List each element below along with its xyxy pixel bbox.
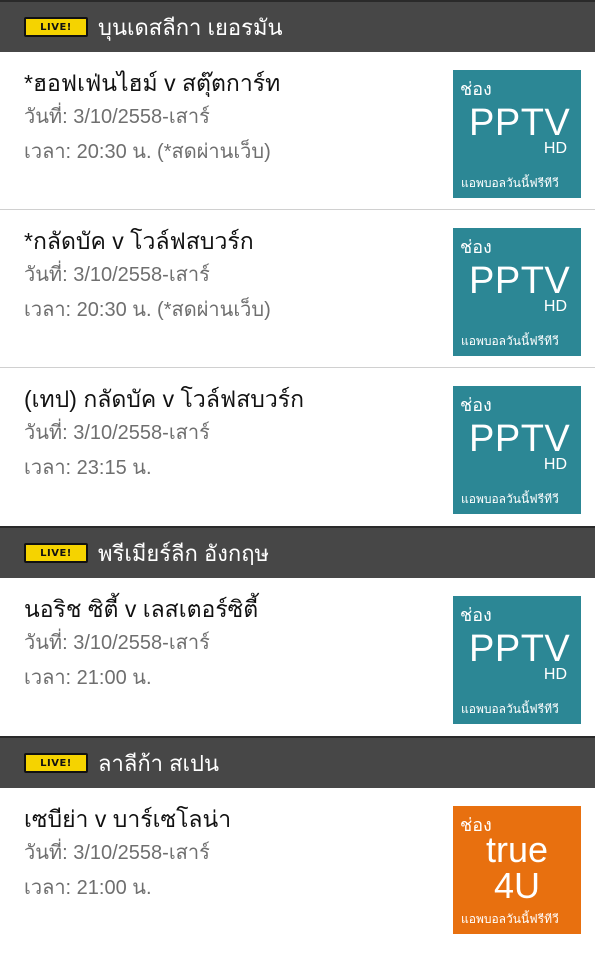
match-date: วันที่: 3/10/2558-เสาร์ <box>24 842 210 864</box>
live-badge-label: LIVE! <box>40 757 72 769</box>
channel-tagline: แอพบอลวันนี้ฟรีทีวี <box>461 492 559 506</box>
match-time: เวลา: 21:00 น. <box>24 667 152 689</box>
match-date: วันที่: 3/10/2558-เสาร์ <box>24 106 210 128</box>
channel-name: PPTV <box>469 628 571 670</box>
channel-name: PPTV <box>469 260 571 302</box>
match-title: นอริช ซิตี้ v เลสเตอร์ซิตี้ <box>24 596 259 622</box>
live-badge-label: LIVE! <box>40 547 72 559</box>
match-title: *กลัดบัค v โวล์ฟสบวร์ก <box>24 228 254 254</box>
channel-name: PPTV <box>469 418 571 460</box>
channel-logo-pptv-hd[interactable]: ช่อง PPTV HD แอพบอลวันนี้ฟรีทีวี <box>453 596 581 724</box>
match-title: เซบีย่า v บาร์เซโลน่า <box>24 806 232 832</box>
match-title: (เทป) กลัดบัค v โวล์ฟสบวร์ก <box>24 386 305 412</box>
channel-logo-pptv-hd[interactable]: ช่อง PPTV HD แอพบอลวันนี้ฟรีทีวี <box>453 386 581 514</box>
channel-sub: HD <box>543 666 567 683</box>
channel-tagline: แอพบอลวันนี้ฟรีทีวี <box>461 702 559 716</box>
match-time: เวลา: 20:30 น. (*สดผ่านเว็บ) <box>24 299 271 321</box>
channel-sub: 4U <box>493 865 541 906</box>
match-date: วันที่: 3/10/2558-เสาร์ <box>24 632 210 654</box>
league-header-laliga: LIVE! ลาลีก้า สเปน <box>0 736 595 788</box>
match-title: *ฮอฟเฟ่นไฮม์ v สตุ๊ตการ์ท <box>24 70 281 96</box>
channel-sub: HD <box>543 456 567 473</box>
league-title: ลาลีก้า สเปน <box>98 750 220 776</box>
channel-logo-true4u[interactable]: ช่อง true 4U แอพบอลวันนี้ฟรีทีวี <box>453 806 581 934</box>
league-header-premier-league: LIVE! พรีเมียร์ลีก อังกฤษ <box>0 526 595 578</box>
live-badge: LIVE! <box>24 753 88 773</box>
channel-logo-pptv-hd[interactable]: ช่อง PPTV HD แอพบอลวันนี้ฟรีทีวี <box>453 228 581 356</box>
channel-prefix: ช่อง <box>460 395 492 415</box>
channel-tagline: แอพบอลวันนี้ฟรีทีวี <box>461 912 559 926</box>
match-time: เวลา: 23:15 น. <box>24 457 152 479</box>
channel-sub: HD <box>543 140 567 157</box>
match-row[interactable]: เซบีย่า v บาร์เซโลน่า วันที่: 3/10/2558-… <box>0 788 595 946</box>
match-date: วันที่: 3/10/2558-เสาร์ <box>24 422 210 444</box>
match-row[interactable]: นอริช ซิตี้ v เลสเตอร์ซิตี้ วันที่: 3/10… <box>0 578 595 736</box>
channel-name: PPTV <box>469 102 571 144</box>
channel-tagline: แอพบอลวันนี้ฟรีทีวี <box>461 176 559 190</box>
league-title: บุนเดสลีกา เยอรมัน <box>98 14 283 40</box>
match-time: เวลา: 20:30 น. (*สดผ่านเว็บ) <box>24 141 271 163</box>
channel-prefix: ช่อง <box>460 605 492 625</box>
channel-prefix: ช่อง <box>460 79 492 99</box>
channel-logo-pptv-hd[interactable]: ช่อง PPTV HD แอพบอลวันนี้ฟรีทีวี <box>453 70 581 198</box>
live-badge-label: LIVE! <box>40 21 72 33</box>
channel-tagline: แอพบอลวันนี้ฟรีทีวี <box>461 334 559 348</box>
league-header-bundesliga: LIVE! บุนเดสลีกา เยอรมัน <box>0 0 595 52</box>
match-row[interactable]: *กลัดบัค v โวล์ฟสบวร์ก วันที่: 3/10/2558… <box>0 210 595 368</box>
match-row[interactable]: (เทป) กลัดบัค v โวล์ฟสบวร์ก วันที่: 3/10… <box>0 368 595 526</box>
match-date: วันที่: 3/10/2558-เสาร์ <box>24 264 210 286</box>
live-badge: LIVE! <box>24 17 88 37</box>
match-time: เวลา: 21:00 น. <box>24 877 152 899</box>
live-badge: LIVE! <box>24 543 88 563</box>
channel-prefix: ช่อง <box>460 237 492 257</box>
match-row[interactable]: *ฮอฟเฟ่นไฮม์ v สตุ๊ตการ์ท วันที่: 3/10/2… <box>0 52 595 210</box>
league-title: พรีเมียร์ลีก อังกฤษ <box>98 540 270 566</box>
channel-name: true <box>485 829 549 870</box>
channel-sub: HD <box>543 298 567 315</box>
